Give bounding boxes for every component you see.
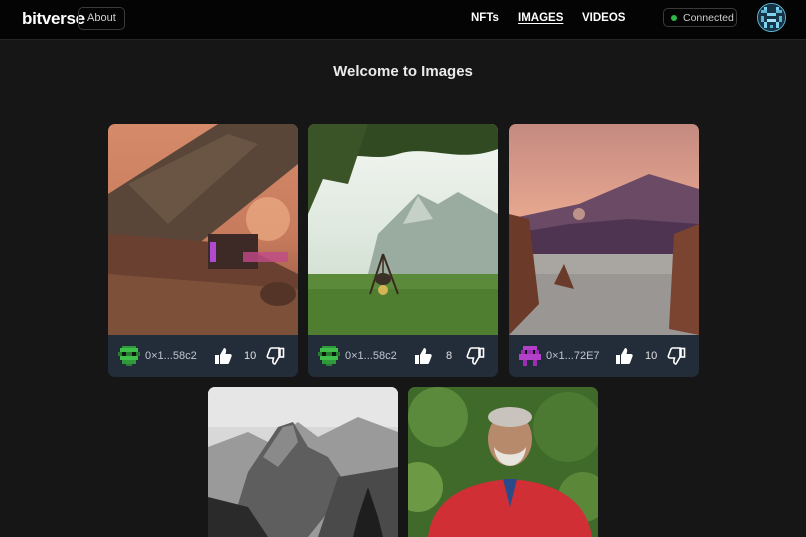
image-thumbnail[interactable] — [108, 124, 298, 335]
image-card[interactable] — [208, 387, 398, 537]
thumbs-up-icon[interactable] — [213, 346, 233, 366]
image-thumbnail[interactable] — [208, 387, 398, 537]
thumbs-down-icon[interactable] — [667, 346, 687, 366]
thumbs-up-icon[interactable] — [413, 346, 433, 366]
image-thumbnail[interactable] — [408, 387, 598, 537]
card-footer: 0×1...58c2 10 — [108, 335, 298, 377]
nav-nfts[interactable]: NFTs — [471, 12, 499, 24]
author-avatar-icon[interactable] — [519, 346, 541, 366]
card-footer: 0×1...72E7 10 — [509, 335, 699, 377]
top-navbar: bitverse About NFTs IMAGES VIDEOS Connec… — [0, 0, 806, 40]
page-title: Welcome to Images — [333, 63, 473, 80]
nav-videos[interactable]: VIDEOS — [582, 12, 625, 24]
image-card[interactable]: 0×1...58c2 10 — [108, 124, 298, 377]
author-address[interactable]: 0×1...58c2 — [145, 350, 197, 362]
status-dot-icon — [671, 15, 677, 21]
wallet-connected-badge[interactable]: Connected — [663, 8, 737, 27]
bitverse-logo[interactable]: bitverse — [22, 9, 85, 29]
like-count: 10 — [645, 350, 658, 362]
image-card[interactable] — [408, 387, 598, 537]
like-count: 8 — [446, 350, 453, 362]
thumbs-up-icon[interactable] — [614, 346, 634, 366]
nav-images[interactable]: IMAGES — [518, 12, 563, 24]
like-count: 10 — [244, 350, 257, 362]
thumbs-down-icon[interactable] — [466, 346, 486, 366]
image-thumbnail[interactable] — [509, 124, 699, 335]
thumbs-down-icon[interactable] — [266, 346, 286, 366]
author-address[interactable]: 0×1...72E7 — [546, 350, 600, 362]
image-thumbnail[interactable] — [308, 124, 498, 335]
connection-status-label: Connected — [683, 12, 734, 24]
pixel-avatar-icon — [758, 4, 785, 31]
image-card[interactable]: 0×1...72E7 10 — [509, 124, 699, 377]
image-card[interactable]: 0×1...58c2 8 — [308, 124, 498, 377]
author-address[interactable]: 0×1...58c2 — [345, 350, 397, 362]
author-avatar-icon[interactable] — [118, 346, 140, 366]
user-avatar[interactable] — [757, 3, 786, 32]
author-avatar-icon[interactable] — [318, 346, 340, 366]
about-button[interactable]: About — [78, 7, 125, 30]
card-footer: 0×1...58c2 8 — [308, 335, 498, 377]
